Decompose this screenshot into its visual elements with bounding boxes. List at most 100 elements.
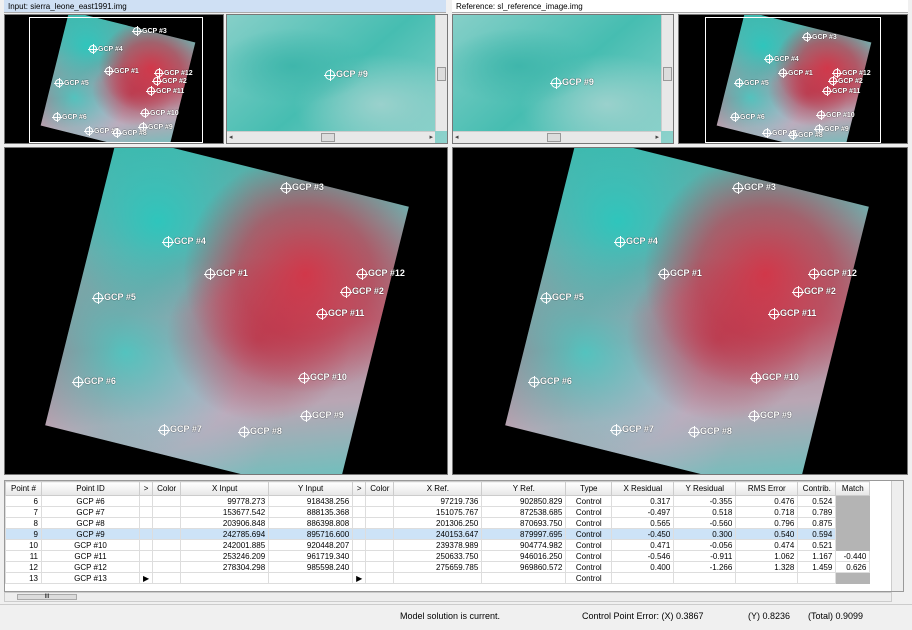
ref-overview-gcp-3[interactable]: GCP #3	[802, 32, 837, 42]
column-header[interactable]: Color	[365, 481, 395, 496]
table-cell[interactable]: 961719.340	[268, 550, 354, 562]
table-cell[interactable]: Control	[565, 517, 613, 529]
column-header[interactable]: Match	[835, 481, 871, 496]
table-cell[interactable]: 151075.767	[393, 506, 483, 518]
table-cell[interactable]: 9	[5, 528, 42, 540]
table-cell[interactable]	[797, 572, 837, 584]
table-cell[interactable]	[138, 517, 154, 529]
column-header[interactable]: X Input	[180, 481, 270, 496]
table-cell[interactable]: 0.471	[611, 539, 675, 551]
table-cell[interactable]: 0.594	[797, 528, 837, 540]
table-cell[interactable]	[352, 495, 367, 507]
table-cell[interactable]: 872538.685	[481, 506, 567, 518]
table-cell[interactable]: 0.518	[673, 506, 737, 518]
table-cell[interactable]	[268, 572, 354, 584]
table-cell[interactable]: 879997.695	[481, 528, 567, 540]
input-gcp-8[interactable]: GCP #8	[238, 425, 282, 438]
column-header[interactable]: Color	[152, 481, 182, 496]
table-cell[interactable]: 12	[5, 561, 42, 573]
table-cell[interactable]	[152, 550, 182, 562]
input-magnifier-pane[interactable]: GCP #9 ◂ ▸	[226, 14, 448, 144]
table-cell[interactable]: 946016.250	[481, 550, 567, 562]
table-cell[interactable]: 242785.694	[180, 528, 270, 540]
reference-gcp-2[interactable]: GCP #2	[792, 285, 836, 298]
ref-overview-gcp-11[interactable]: GCP #11	[822, 86, 860, 96]
table-cell[interactable]: 895716.600	[268, 528, 354, 540]
table-cell[interactable]: 0.521	[797, 539, 837, 551]
input-gcp-1[interactable]: GCP #1	[204, 267, 248, 280]
overview-gcp-3[interactable]: GCP #3	[132, 26, 167, 36]
table-cell[interactable]: GCP #6	[41, 495, 140, 507]
table-cell[interactable]: -0.497	[611, 506, 675, 518]
table-cell[interactable]: 1.459	[797, 561, 837, 573]
table-cell[interactable]	[138, 561, 154, 573]
ref-overview-gcp-5[interactable]: GCP #5	[734, 78, 769, 88]
ref-overview-gcp-4[interactable]: GCP #4	[764, 54, 799, 64]
input-gcp-5[interactable]: GCP #5	[92, 291, 136, 304]
table-row[interactable]: 8 GCP #8 203906.848 886398.808 201306.250 870…	[5, 517, 871, 529]
table-cell[interactable]	[365, 550, 395, 562]
table-cell[interactable]: 240153.647	[393, 528, 483, 540]
table-cell[interactable]: -1.266	[673, 561, 737, 573]
input-magnifier-hscroll[interactable]: ◂ ▸	[227, 131, 435, 143]
table-cell[interactable]: 985598.240	[268, 561, 354, 573]
table-cell[interactable]	[365, 528, 395, 540]
table-cell[interactable]: 918438.256	[268, 495, 354, 507]
table-cell[interactable]: GCP #8	[41, 517, 140, 529]
table-cell[interactable]: GCP #13	[41, 572, 140, 584]
table-cell[interactable]	[481, 572, 567, 584]
table-cell[interactable]: 99778.273	[180, 495, 270, 507]
table-cell[interactable]: 904774.982	[481, 539, 567, 551]
column-header[interactable]: >	[352, 481, 367, 496]
table-cell[interactable]	[138, 506, 154, 518]
table-cell[interactable]: Control	[565, 550, 613, 562]
table-cell[interactable]	[152, 506, 182, 518]
reference-magnifier-vscroll[interactable]	[661, 15, 673, 131]
table-cell[interactable]: 0.718	[735, 506, 799, 518]
table-cell[interactable]: 0.875	[797, 517, 837, 529]
table-cell[interactable]	[138, 495, 154, 507]
table-hscroll[interactable]: III	[4, 592, 892, 602]
table-cell[interactable]	[138, 539, 154, 551]
reference-gcp-12[interactable]: GCP #12	[808, 267, 857, 280]
table-cell[interactable]	[365, 506, 395, 518]
table-cell[interactable]: 0.400	[611, 561, 675, 573]
table-vscroll[interactable]	[891, 481, 903, 591]
reference-magnifier-pane[interactable]: GCP #9 ◂ ▸	[452, 14, 674, 144]
table-cell[interactable]: 8	[5, 517, 42, 529]
table-cell[interactable]	[138, 528, 154, 540]
table-cell[interactable]	[365, 572, 395, 584]
table-cell[interactable]: 920448.207	[268, 539, 354, 551]
table-cell[interactable]: Control	[565, 561, 613, 573]
table-cell[interactable]: GCP #9	[41, 528, 140, 540]
table-cell[interactable]: -0.355	[673, 495, 737, 507]
table-cell[interactable]: 870693.750	[481, 517, 567, 529]
column-header[interactable]: X Residual	[611, 481, 675, 496]
table-cell[interactable]	[352, 539, 367, 551]
table-cell[interactable]: 203906.848	[180, 517, 270, 529]
table-cell[interactable]	[365, 561, 395, 573]
table-cell[interactable]: ▶	[352, 572, 367, 584]
table-cell[interactable]	[835, 517, 871, 529]
ref-overview-gcp-12[interactable]: GCP #12	[832, 68, 871, 78]
table-row[interactable]: 7 GCP #7 153677.542 888135.368 151075.767 872…	[5, 506, 871, 518]
reference-main-view[interactable]: GCP #3 GCP #4 GCP #1 GCP #12 GCP #2 GCP …	[452, 147, 908, 475]
table-cell[interactable]	[152, 561, 182, 573]
table-cell[interactable]: GCP #7	[41, 506, 140, 518]
table-row[interactable]: 13 GCP #13 ▶ ▶ Control	[5, 572, 871, 584]
overview-gcp-4[interactable]: GCP #4	[88, 44, 123, 54]
overview-gcp-6[interactable]: GCP #6	[52, 112, 87, 122]
input-gcp-10[interactable]: GCP #10	[298, 371, 347, 384]
table-cell[interactable]	[365, 495, 395, 507]
table-cell[interactable]: 902850.829	[481, 495, 567, 507]
table-cell[interactable]: ▶	[138, 572, 154, 584]
table-cell[interactable]	[835, 495, 871, 507]
input-overview-pane[interactable]: GCP #3 GCP #4 GCP #1 GCP #12 GCP #2 GCP …	[4, 14, 224, 144]
input-magnifier-vscroll[interactable]	[435, 15, 447, 131]
column-header[interactable]: Contrib.	[797, 481, 837, 496]
table-cell[interactable]: 886398.808	[268, 517, 354, 529]
table-cell[interactable]	[393, 572, 483, 584]
table-cell[interactable]: 0.796	[735, 517, 799, 529]
ref-overview-gcp-2[interactable]: GCP #2	[828, 76, 863, 86]
table-cell[interactable]: -0.056	[673, 539, 737, 551]
